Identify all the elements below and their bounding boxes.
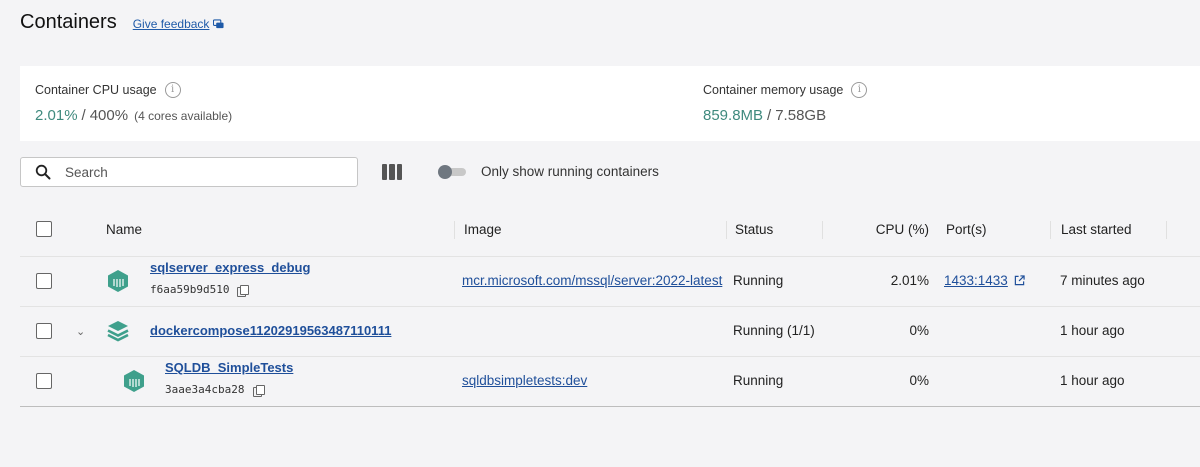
table-row[interactable]: SQLDB_SimpleTests 3aae3a4cba28 sqldbsimp… xyxy=(20,357,1200,407)
cpu-value: 0% xyxy=(909,373,929,388)
info-icon[interactable]: i xyxy=(164,82,181,98)
memory-usage-separator: / xyxy=(767,107,772,124)
container-id: 3aae3a4cba28 xyxy=(165,383,245,396)
memory-usage-value: 859.8MB xyxy=(703,107,764,124)
column-header-last-started[interactable]: Last started xyxy=(1061,222,1132,237)
cpu-usage-separator: / xyxy=(81,107,86,124)
column-header-name[interactable]: Name xyxy=(106,222,142,237)
cpu-usage-label: Container CPU usage xyxy=(35,83,157,97)
info-icon[interactable]: i xyxy=(851,82,868,98)
cpu-usage-stat: Container CPU usage i 2.01% / 400% (4 co… xyxy=(35,82,232,124)
table-header: Name Image Status CPU (%) Port(s) Last s… xyxy=(20,207,1200,257)
column-selector-icon[interactable] xyxy=(382,164,402,180)
chevron-down-icon[interactable]: ⌄ xyxy=(76,325,85,338)
table-row[interactable]: sqlserver_express_debug f6aa59b9d510 mcr… xyxy=(20,257,1200,307)
running-only-toggle-label: Only show running containers xyxy=(481,164,659,179)
container-icon xyxy=(124,370,144,392)
cpu-value: 0% xyxy=(909,323,929,338)
memory-usage-label: Container memory usage xyxy=(703,83,844,97)
container-icon xyxy=(108,270,128,292)
image-link[interactable]: sqldbsimpletests:dev xyxy=(462,373,728,388)
cpu-cores-note: (4 cores available) xyxy=(134,109,233,123)
column-header-cpu[interactable]: CPU (%) xyxy=(876,222,929,237)
search-box[interactable] xyxy=(20,157,358,187)
column-header-image[interactable]: Image xyxy=(464,222,502,237)
page-title: Containers xyxy=(20,10,117,33)
containers-table: Name Image Status CPU (%) Port(s) Last s… xyxy=(20,207,1200,407)
page-header: Containers Give feedback xyxy=(20,8,224,36)
port-mapping: 1433:1433 xyxy=(944,273,1008,288)
port-link[interactable]: 1433:1433 xyxy=(944,273,1025,288)
copy-icon[interactable] xyxy=(253,385,265,397)
last-started: 1 hour ago xyxy=(1060,373,1125,388)
cpu-usage-total: 400% xyxy=(89,107,129,124)
image-link[interactable]: mcr.microsoft.com/mssql/server:2022-late… xyxy=(462,273,728,288)
select-all-checkbox[interactable] xyxy=(36,221,52,237)
usage-stats-panel: Container CPU usage i 2.01% / 400% (4 co… xyxy=(20,66,1200,141)
running-only-toggle[interactable] xyxy=(438,165,466,179)
row-checkbox[interactable] xyxy=(36,273,52,289)
status-text: Running xyxy=(733,273,784,288)
row-checkbox[interactable] xyxy=(36,323,52,339)
memory-usage-stat: Container memory usage i 859.8MB / 7.58G… xyxy=(703,82,868,124)
feedback-icon xyxy=(213,18,224,28)
give-feedback-link[interactable]: Give feedback xyxy=(133,17,225,31)
status-text: Running xyxy=(733,373,784,388)
last-started: 1 hour ago xyxy=(1060,323,1125,338)
cpu-value: 2.01% xyxy=(890,273,929,288)
cpu-usage-value: 2.01% xyxy=(35,107,78,124)
give-feedback-label: Give feedback xyxy=(132,17,210,31)
search-icon xyxy=(35,164,51,180)
memory-usage-total: 7.58GB xyxy=(775,107,827,124)
status-text: Running (1/1) xyxy=(733,323,815,338)
external-link-icon xyxy=(1014,275,1025,286)
column-header-status[interactable]: Status xyxy=(735,222,773,237)
compose-stack-name-link[interactable]: dockercompose11202919563487110111 xyxy=(150,323,391,338)
search-input[interactable] xyxy=(65,164,325,180)
copy-icon[interactable] xyxy=(237,285,249,297)
table-row[interactable]: ⌄ dockercompose11202919563487110111 Runn… xyxy=(20,307,1200,357)
stack-icon xyxy=(107,321,129,342)
container-id: f6aa59b9d510 xyxy=(150,283,230,296)
row-checkbox[interactable] xyxy=(36,373,52,389)
container-name-link[interactable]: SQLDB_SimpleTests xyxy=(165,360,293,375)
last-started: 7 minutes ago xyxy=(1060,273,1145,288)
column-header-ports[interactable]: Port(s) xyxy=(946,222,987,237)
container-name-link[interactable]: sqlserver_express_debug xyxy=(150,260,310,275)
